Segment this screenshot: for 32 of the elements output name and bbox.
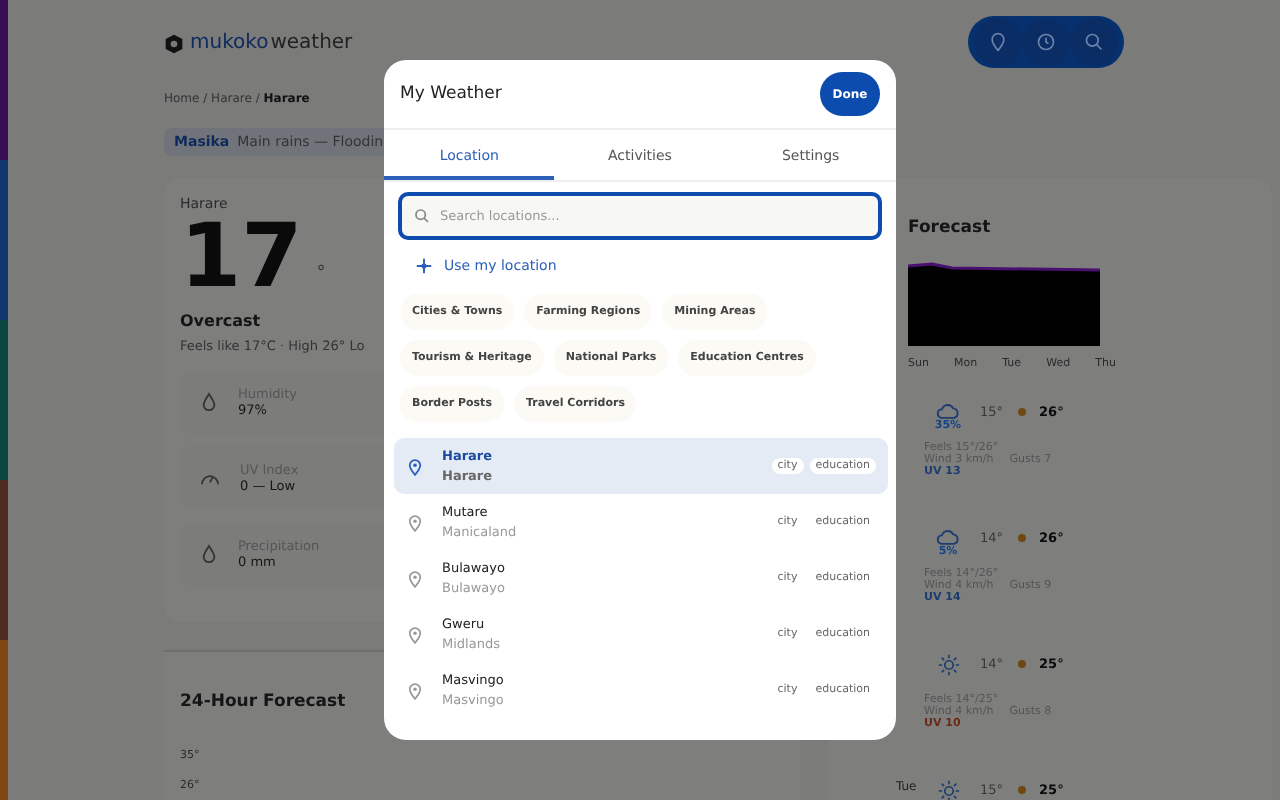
condition: Overcast xyxy=(180,312,261,330)
pin-icon xyxy=(408,457,422,475)
pin-icon xyxy=(408,569,422,587)
degree-unit: ° xyxy=(316,264,326,284)
temperature-dot xyxy=(1017,534,1026,542)
gauge-icon xyxy=(200,470,220,486)
clock-icon xyxy=(1036,32,1056,52)
sun-icon xyxy=(937,780,959,800)
temperature-dot xyxy=(1017,660,1026,668)
logo-text: mukoko xyxy=(190,32,269,54)
temperature-dot xyxy=(1017,786,1026,794)
droplet-icon xyxy=(200,392,218,412)
pin-icon xyxy=(408,513,422,531)
temperature: 17 xyxy=(180,212,303,304)
sun-icon xyxy=(937,654,959,676)
cloud-icon xyxy=(936,528,960,546)
location-button[interactable] xyxy=(974,18,1022,66)
search-button[interactable] xyxy=(1070,18,1118,66)
pin-icon xyxy=(988,32,1008,52)
pin-icon xyxy=(408,625,422,643)
crosshair-icon xyxy=(416,258,432,274)
dialog-title: My Weather xyxy=(400,84,502,104)
section-title: Forecast xyxy=(908,218,991,238)
section-title: 24-Hour Forecast xyxy=(180,692,346,712)
logo-suffix: weather xyxy=(270,32,353,54)
cloud-icon xyxy=(936,402,960,420)
history-button[interactable] xyxy=(1022,18,1070,66)
search-icon xyxy=(1084,32,1104,52)
pin-icon xyxy=(408,681,422,699)
temperature-dot xyxy=(1017,408,1026,416)
logo-icon xyxy=(164,33,184,53)
droplet-icon xyxy=(200,544,218,564)
